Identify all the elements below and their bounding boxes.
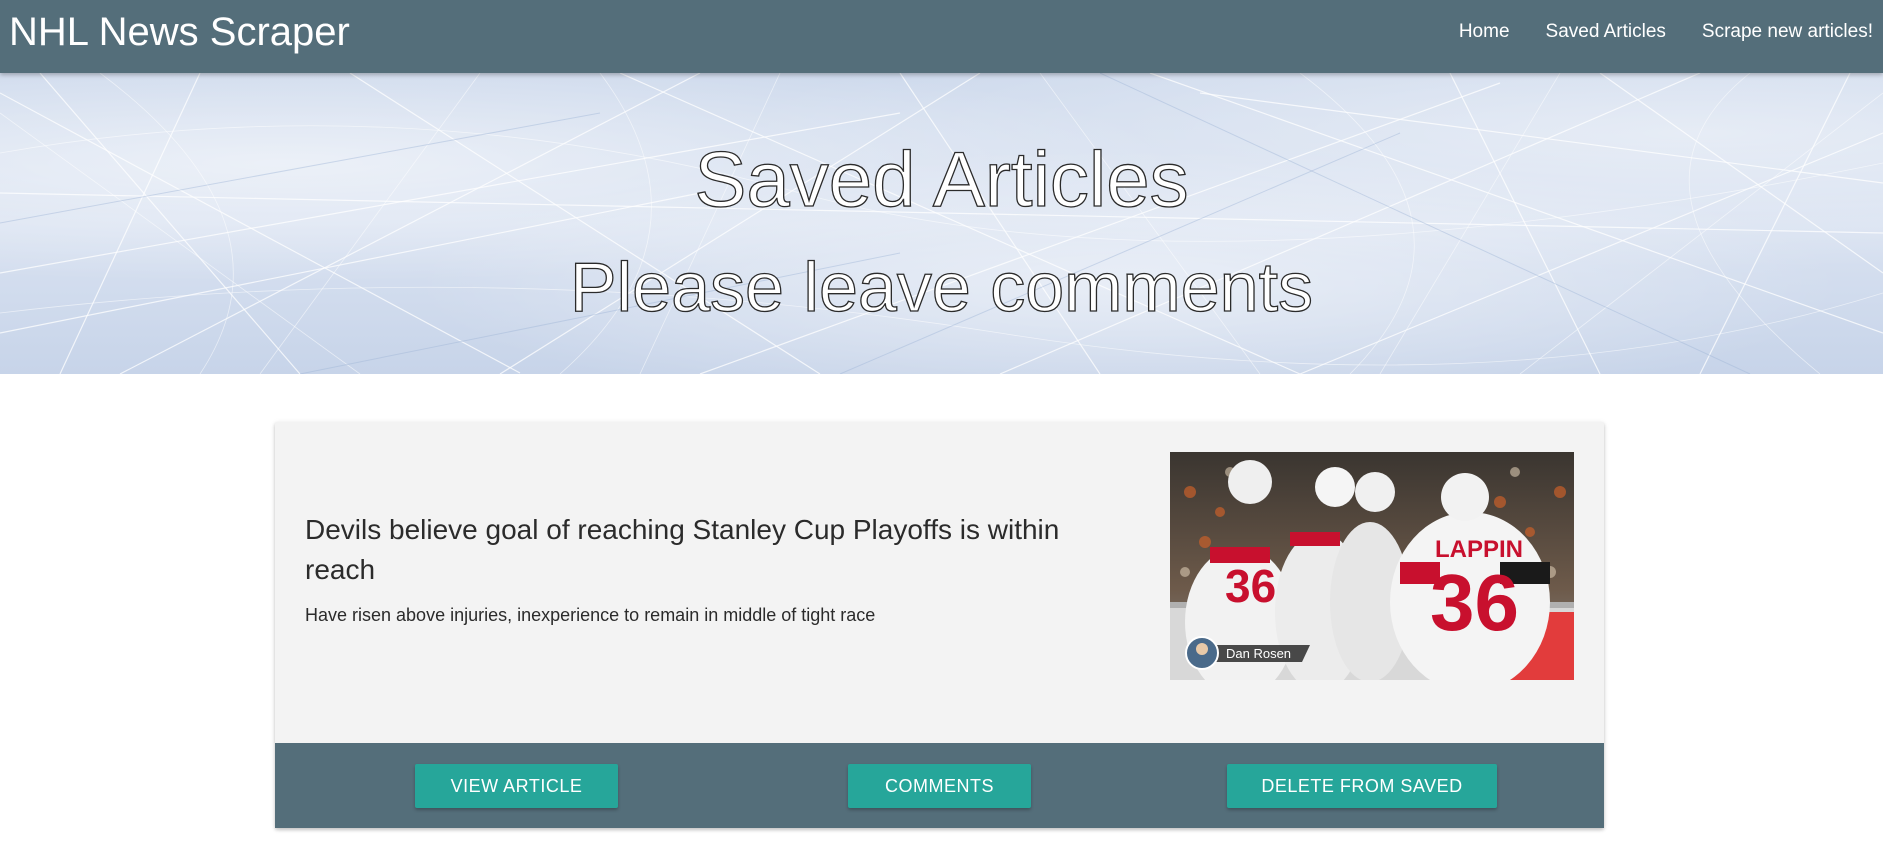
top-navbar: NHL News Scraper Home Saved Articles Scr… (0, 0, 1883, 73)
article-title: Devils believe goal of reaching Stanley … (305, 514, 1060, 585)
article-summary: Have risen above injuries, inexperience … (305, 605, 876, 625)
svg-text:Dan Rosen: Dan Rosen (1226, 646, 1291, 661)
svg-text:36: 36 (1430, 558, 1519, 647)
hero-subtitle: Please leave comments (569, 247, 1314, 326)
hero-banner: Saved Articles Please leave comments (0, 73, 1883, 374)
nav-scrape-link[interactable]: Scrape new articles! (1684, 0, 1883, 64)
comments-button[interactable]: Comments (848, 764, 1031, 808)
hockey-players-photo: 36 LAPPIN 36 Dan Rosen (1170, 452, 1574, 680)
nav-saved-articles-link[interactable]: Saved Articles (1528, 0, 1684, 64)
brand-logo[interactable]: NHL News Scraper (9, 8, 350, 56)
article-card-content: Devils believe goal of reaching Stanley … (275, 422, 1604, 743)
hero-title: Saved Articles (694, 134, 1190, 223)
nav-links: Home Saved Articles Scrape new articles! (1441, 0, 1883, 64)
article-image: 36 LAPPIN 36 Dan Rosen (1170, 452, 1574, 680)
article-card-actions: View Article Comments Delete from Saved (275, 743, 1604, 828)
view-article-button[interactable]: View Article (415, 764, 618, 808)
svg-text:36: 36 (1225, 560, 1276, 612)
delete-from-saved-button[interactable]: Delete from Saved (1227, 764, 1497, 808)
nav-home-link[interactable]: Home (1441, 0, 1528, 64)
article-card: Devils believe goal of reaching Stanley … (275, 422, 1604, 828)
